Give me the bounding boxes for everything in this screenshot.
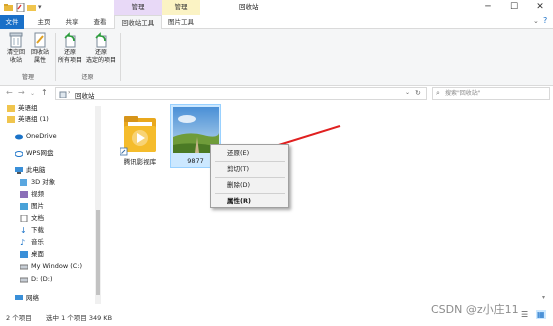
help-icon[interactable]: ? bbox=[543, 16, 547, 25]
desktop-icon bbox=[20, 251, 28, 258]
nav-scrollbar[interactable] bbox=[95, 106, 101, 304]
menu-item-cut[interactable]: 剪切(T) bbox=[227, 164, 249, 175]
ribbon-tabs: 文件 主页 共享 查看 回收站工具 图片工具 ⌄ ? bbox=[0, 15, 553, 30]
nav-item-drive-d[interactable]: D: (D:) bbox=[20, 274, 53, 285]
chevron-down-icon[interactable]: ⌄ bbox=[405, 89, 410, 96]
address-path[interactable]: 回收站 bbox=[75, 90, 95, 100]
selection-info: 选中 1 个项目 349 KB bbox=[46, 314, 113, 322]
menu-item-properties[interactable]: 属性(R) bbox=[227, 196, 251, 207]
nav-item-desktop[interactable]: 桌面 bbox=[20, 249, 44, 260]
refresh-icon[interactable]: ↻ bbox=[415, 89, 421, 97]
up-arrow-icon[interactable]: ↑ bbox=[41, 88, 48, 97]
new-folder-icon[interactable] bbox=[27, 3, 36, 12]
chevron-down-icon[interactable]: ▾ bbox=[38, 3, 47, 12]
menu-item-restore[interactable]: 还原(E) bbox=[227, 148, 249, 159]
title-bar: ▾ 管理 管理 回收站 ─ ☐ ✕ bbox=[0, 0, 553, 15]
search-icon: ⌕ bbox=[436, 89, 440, 97]
restore-selected-icon bbox=[95, 32, 107, 48]
minimize-button[interactable]: ─ bbox=[475, 0, 501, 15]
nav-item-drive-c[interactable]: My Window (C:) bbox=[20, 261, 82, 272]
cloud-icon bbox=[15, 134, 23, 140]
back-arrow-icon[interactable]: ← bbox=[6, 88, 13, 97]
empty-recycle-bin-icon bbox=[9, 32, 23, 48]
nav-item-this-pc[interactable]: 此电脑 bbox=[15, 165, 46, 176]
nav-item-music[interactable]: ♪ 音乐 bbox=[20, 237, 44, 248]
empty-recycle-bin-button[interactable]: 清空回 收站 bbox=[4, 32, 28, 65]
tab-share[interactable]: 共享 bbox=[60, 15, 84, 29]
address-bar[interactable]: › 回收站 ⌄ ↻ bbox=[55, 87, 427, 100]
tab-home[interactable]: 主页 bbox=[32, 15, 56, 29]
window-title: 回收站 bbox=[239, 3, 259, 11]
forward-arrow-icon[interactable]: → bbox=[18, 88, 25, 97]
video-icon bbox=[20, 191, 28, 198]
address-row: ← → ⌄ ↑ › 回收站 ⌄ ↻ ⌕ 搜索"回收站" bbox=[0, 86, 553, 102]
nav-item-pictures[interactable]: 图片 bbox=[20, 201, 44, 212]
group-label-restore: 还原 bbox=[81, 74, 94, 81]
recycle-bin-properties-button[interactable]: 回收站 属性 bbox=[28, 32, 52, 65]
recycle-bin-properties-icon bbox=[34, 32, 46, 48]
ribbon: 清空回 收站 回收站 属性 管理 还原 所有项目 还原 选定的项目 还原 bbox=[0, 29, 553, 86]
chevron-down-icon[interactable]: ⌄ bbox=[533, 17, 539, 25]
folder-icon bbox=[7, 116, 15, 123]
nav-item-group2[interactable]: 英语组 (1) bbox=[7, 114, 49, 125]
file-name: 腾讯影视库 bbox=[123, 158, 157, 166]
tab-recycle-bin-tools[interactable]: 回收站工具 bbox=[114, 15, 162, 30]
nav-item-onedrive[interactable]: OneDrive bbox=[15, 131, 57, 142]
scroll-down-icon[interactable]: ▾ bbox=[542, 294, 545, 301]
scrollbar-thumb[interactable] bbox=[96, 210, 100, 295]
tab-file[interactable]: 文件 bbox=[0, 15, 24, 29]
drive-icon bbox=[20, 277, 28, 283]
picture-icon bbox=[20, 203, 28, 210]
close-button[interactable]: ✕ bbox=[527, 0, 553, 15]
navigation-pane: 英语组 英语组 (1) OneDrive WPS网盘 此电脑 3D 对象 视频 … bbox=[0, 102, 104, 308]
menu-separator bbox=[215, 161, 285, 162]
nav-item-network[interactable]: 网络 bbox=[15, 293, 39, 304]
maximize-button[interactable]: ☐ bbox=[501, 0, 527, 15]
group-divider bbox=[120, 33, 121, 81]
nav-item-group1[interactable]: 英语组 bbox=[7, 103, 38, 114]
recycle-bin-icon bbox=[59, 91, 67, 98]
network-icon bbox=[15, 295, 23, 300]
context-menu: 还原(E) 剪切(T) 删除(D) 属性(R) bbox=[210, 144, 289, 208]
tab-view[interactable]: 查看 bbox=[88, 15, 112, 29]
folder-icon bbox=[4, 4, 13, 11]
item-count: 2 个项目 bbox=[6, 314, 32, 322]
search-input[interactable]: ⌕ 搜索"回收站" bbox=[432, 87, 550, 100]
cube-icon bbox=[20, 179, 27, 186]
download-icon: ↓ bbox=[20, 226, 27, 235]
menu-separator bbox=[215, 193, 285, 194]
music-icon: ♪ bbox=[20, 238, 26, 247]
folder-video-icon bbox=[120, 116, 156, 156]
folder-icon bbox=[7, 105, 15, 112]
details-view-icon[interactable]: ☰ bbox=[521, 310, 528, 319]
group-divider bbox=[55, 33, 56, 81]
restore-selected-button[interactable]: 还原 选定的项目 bbox=[84, 32, 118, 65]
nav-item-documents[interactable]: 文档 bbox=[20, 213, 44, 224]
menu-separator bbox=[215, 177, 285, 178]
recent-locations-icon[interactable]: ⌄ bbox=[30, 90, 35, 97]
chevron-right-icon[interactable]: › bbox=[68, 89, 70, 96]
watermark: CSDN @z小庄11 bbox=[431, 303, 519, 316]
properties-icon[interactable] bbox=[16, 3, 25, 12]
cloud-icon bbox=[15, 151, 23, 157]
menu-item-delete[interactable]: 删除(D) bbox=[227, 180, 250, 191]
nav-item-videos[interactable]: 视频 bbox=[20, 189, 44, 200]
nav-item-downloads[interactable]: ↓ 下载 bbox=[20, 225, 44, 236]
file-list[interactable]: 腾讯影视库 9877 ▾ bbox=[104, 102, 553, 308]
document-icon bbox=[20, 215, 28, 222]
large-icons-view-icon[interactable]: ▦ bbox=[536, 310, 546, 319]
restore-all-button[interactable]: 还原 所有项目 bbox=[57, 32, 83, 65]
computer-icon bbox=[15, 167, 23, 174]
file-item[interactable]: 腾讯影视库 bbox=[114, 110, 166, 168]
restore-all-icon bbox=[64, 32, 76, 48]
group-label-manage: 管理 bbox=[21, 74, 34, 81]
tab-picture-tools[interactable]: 图片工具 bbox=[162, 15, 200, 29]
context-group-manage-picture: 管理 bbox=[162, 0, 200, 15]
drive-icon bbox=[20, 264, 28, 270]
nav-item-wps[interactable]: WPS网盘 bbox=[15, 148, 53, 159]
context-group-manage-recycle: 管理 bbox=[114, 0, 162, 15]
nav-item-3d[interactable]: 3D 对象 bbox=[20, 177, 55, 188]
